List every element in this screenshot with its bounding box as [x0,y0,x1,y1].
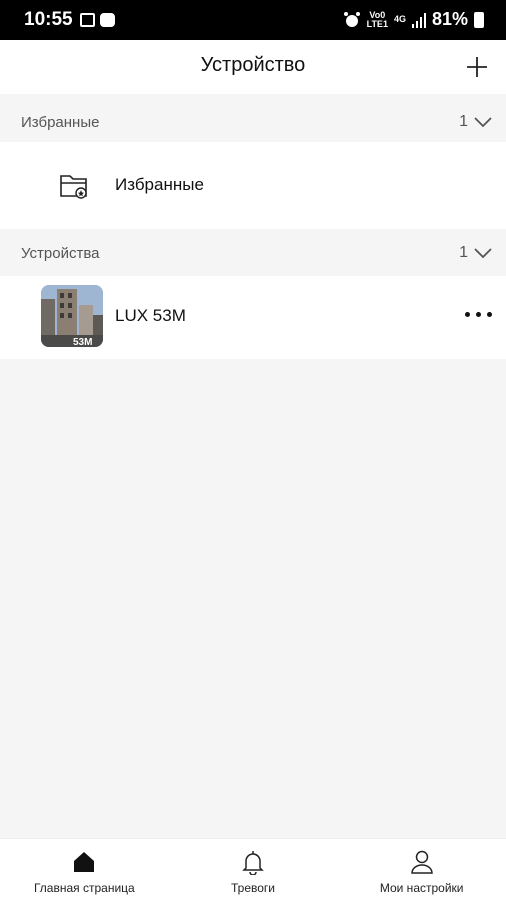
bottom-nav: Главная страница Тревоги Мои настройки [0,838,506,900]
thumb-overlay-text: 53M [73,337,92,347]
nav-alarms-label: Тревоги [231,881,275,895]
devices-section-label: Устройства [21,245,100,262]
more-dot-icon [476,312,481,317]
devices-section-header[interactable]: Устройства 1 [0,231,506,277]
devices-count: 1 [459,244,468,261]
favorites-count: 1 [459,113,468,130]
add-device-button[interactable] [466,56,488,78]
page-title: Устройство [200,54,306,76]
gallery-icon [80,13,95,27]
volte-indicator: Vo0 LTE1 [366,9,388,29]
bell-icon [242,851,264,875]
network-type: 4G [393,14,406,24]
status-right: Vo0 LTE1 4G 81% [343,9,484,30]
favorites-folder-icon [60,175,87,199]
camera-preview-image: 53M [41,285,103,347]
signal-icon [411,12,426,28]
home-icon [74,852,95,872]
chevron-down-icon[interactable] [474,247,492,259]
favorites-section-label: Избранные [21,114,100,131]
nav-settings[interactable]: Мои настройки [337,839,506,900]
battery-icon [474,11,484,28]
favorites-section-header[interactable]: Избранные 1 [0,100,506,146]
notification-icons [80,13,115,27]
favorites-item[interactable]: Избранные [0,142,506,229]
alarm-icon [343,11,360,27]
app-notification-icon [100,13,115,27]
app-header: Устройство [0,40,506,94]
more-dot-icon [465,312,470,317]
nav-alarms[interactable]: Тревоги [169,839,338,900]
nav-home-label: Главная страница [33,881,135,895]
device-thumbnail[interactable]: 53M [41,285,103,347]
user-icon [410,850,433,874]
more-options-button[interactable] [465,312,492,317]
status-bar: 10:55 Vo0 LTE1 4G 81% [0,0,506,40]
nav-home[interactable]: Главная страница [0,839,169,900]
more-dot-icon [487,312,492,317]
favorites-item-label: Избранные [115,175,204,194]
device-name: LUX 53M [115,306,186,325]
battery-percent: 81% [431,9,468,29]
chevron-down-icon[interactable] [474,116,492,128]
device-item[interactable]: 53M LUX 53M [0,276,506,359]
nav-settings-label: Мои настройки [379,881,464,895]
status-time: 10:55 [24,9,73,30]
